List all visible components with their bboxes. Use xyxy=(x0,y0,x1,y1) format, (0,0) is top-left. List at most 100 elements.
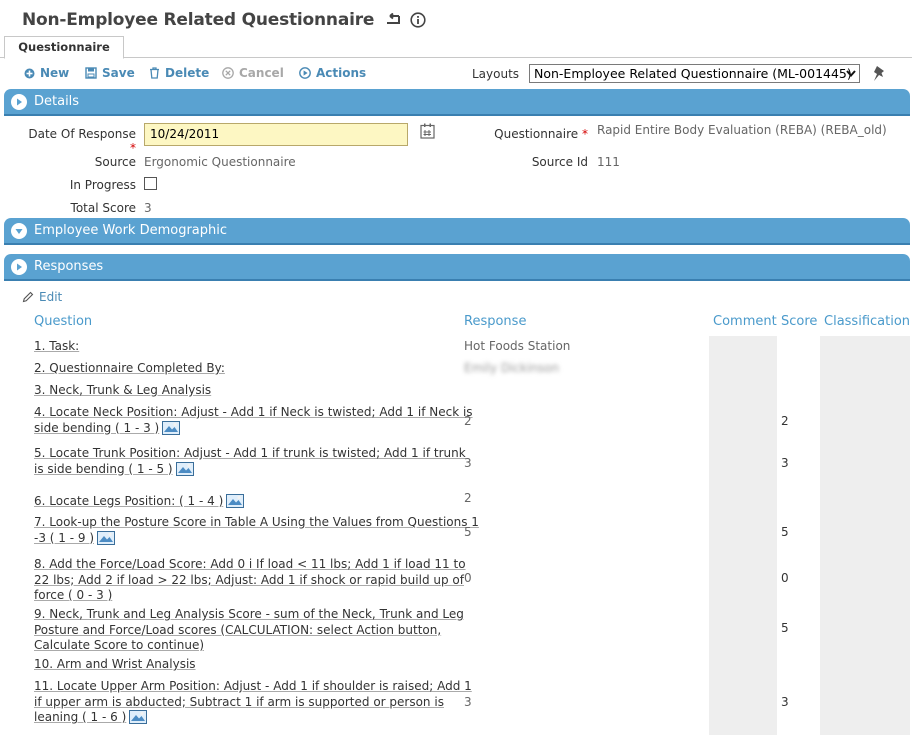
comment-column-shade xyxy=(709,336,777,735)
questionnaire-value: Rapid Entire Body Evaluation (REBA) (REB… xyxy=(597,123,887,137)
demographic-section-header[interactable]: Employee Work Demographic xyxy=(4,218,910,245)
image-icon[interactable] xyxy=(175,461,194,481)
question-text[interactable]: 8. Add the Force/Load Score: Add 0 i If … xyxy=(34,557,466,604)
page-title: Non-Employee Related Questionnaire xyxy=(22,10,375,30)
expand-icon xyxy=(11,93,27,110)
delete-button[interactable]: Delete xyxy=(149,66,209,80)
question-line: 11. Locate Upper Arm Position: Adjust - … xyxy=(34,679,472,693)
image-icon[interactable] xyxy=(162,420,181,440)
date-of-response-input[interactable]: 10/24/2011 xyxy=(144,123,408,146)
question-text[interactable]: 3. Neck, Trunk & Leg Analysis xyxy=(34,383,211,399)
question-line: -3 ( 1 - 9 ) xyxy=(34,530,94,545)
question-line: 7. Look-up the Posture Score in Table A … xyxy=(34,515,479,529)
score-value: 3 xyxy=(781,456,789,470)
question-line: 3. Neck, Trunk & Leg Analysis xyxy=(34,383,212,397)
question-line: 10. Arm and Wrist Analysis xyxy=(34,657,196,671)
info-icon[interactable] xyxy=(410,12,426,28)
trash-icon xyxy=(150,67,159,79)
pin-icon[interactable] xyxy=(872,65,888,83)
score-value: 5 xyxy=(781,621,789,635)
demographic-section-title: Employee Work Demographic xyxy=(34,223,228,238)
layouts-select[interactable]: Non-Employee Related Questionnaire (ML-0… xyxy=(529,64,860,83)
question-line: 22 lbs; Add 2 if load > 22 lbs; Adjust: … xyxy=(34,572,464,587)
response-value: Hot Foods Station xyxy=(464,339,571,353)
actions-button[interactable]: Actions xyxy=(299,66,366,80)
question-line: Posture and Force/Load scores (CALCULATI… xyxy=(34,622,442,637)
question-text[interactable]: 1. Task: xyxy=(34,339,79,355)
response-value: 0 xyxy=(464,571,472,585)
question-line: is side bending ( 1 - 5 ) xyxy=(34,461,173,476)
image-icon[interactable] xyxy=(129,710,148,729)
responses-section-title: Responses xyxy=(34,259,104,274)
question-text[interactable]: 6. Locate Legs Position: ( 1 - 4 ) xyxy=(34,494,245,513)
in-progress-label: In Progress xyxy=(69,178,136,192)
questionnaire-label: Questionnaire * xyxy=(494,127,588,141)
source-id-value: 111 xyxy=(597,155,620,169)
save-button[interactable]: Save xyxy=(85,66,135,80)
question-line: 4. Locate Neck Position: Adjust - Add 1 … xyxy=(34,405,473,419)
in-progress-checkbox[interactable] xyxy=(144,177,157,190)
question-text[interactable]: 4. Locate Neck Position: Adjust - Add 1 … xyxy=(34,405,473,439)
details-section-title: Details xyxy=(34,94,80,109)
pencil-icon xyxy=(22,291,34,303)
response-value: 3 xyxy=(464,695,472,709)
classification-column-shade xyxy=(820,336,910,735)
edit-link[interactable]: Edit xyxy=(22,290,62,304)
layouts-label: Layouts xyxy=(472,67,520,81)
date-of-response-label: Date Of Response * xyxy=(28,127,136,155)
responses-section-header[interactable]: Responses xyxy=(4,254,910,281)
column-header-comment[interactable]: Comment xyxy=(713,314,777,329)
new-label: New xyxy=(40,66,70,80)
layouts-selected-value: Non-Employee Related Questionnaire (ML-0… xyxy=(534,66,852,81)
column-header-score[interactable]: Score xyxy=(781,314,817,329)
response-value: Emily Dickinson xyxy=(464,361,560,375)
score-value: 0 xyxy=(781,571,789,585)
expand-icon xyxy=(11,258,27,275)
back-arrow-icon[interactable] xyxy=(384,13,402,27)
question-line: 8. Add the Force/Load Score: Add 0 i If … xyxy=(34,557,466,571)
question-text[interactable]: 9. Neck, Trunk and Leg Analysis Score - … xyxy=(34,607,464,654)
source-label: Source xyxy=(94,155,136,169)
score-value: 3 xyxy=(781,695,789,709)
question-line: 1. Task: xyxy=(34,339,80,353)
column-header-response[interactable]: Response xyxy=(464,314,526,329)
details-section-header[interactable]: Details xyxy=(4,89,910,116)
cancel-icon xyxy=(222,67,234,79)
calendar-icon[interactable] xyxy=(420,123,435,139)
question-line: leaning ( 1 - 6 ) xyxy=(34,710,127,724)
question-line: Calculate Score to continue) xyxy=(34,638,205,652)
question-line: side bending ( 1 - 3 ) xyxy=(34,420,160,435)
cancel-label: Cancel xyxy=(239,66,284,80)
score-value: 2 xyxy=(781,414,789,428)
question-line: 5. Locate Trunk Position: Adjust - Add 1… xyxy=(34,446,466,460)
question-line: if upper arm is abducted; Subtract 1 if … xyxy=(34,694,444,709)
delete-label: Delete xyxy=(165,66,210,80)
title-row: Non-Employee Related Questionnaire xyxy=(22,9,426,31)
question-line: force ( 0 - 3 ) xyxy=(34,588,113,602)
question-text[interactable]: 7. Look-up the Posture Score in Table A … xyxy=(34,515,479,549)
column-header-classification[interactable]: Classification xyxy=(824,314,910,329)
tab-questionnaire[interactable]: Questionnaire xyxy=(4,36,124,59)
save-icon xyxy=(85,67,97,79)
question-text[interactable]: 5. Locate Trunk Position: Adjust - Add 1… xyxy=(34,446,466,480)
response-value: 2 xyxy=(464,414,472,428)
tab-strip: Questionnaire xyxy=(0,36,912,59)
image-icon[interactable] xyxy=(226,494,245,513)
total-score-label: Total Score xyxy=(70,201,136,215)
plus-icon xyxy=(24,68,35,78)
question-text[interactable]: 11. Locate Upper Arm Position: Adjust - … xyxy=(34,679,472,729)
save-label: Save xyxy=(102,66,135,80)
source-id-label: Source Id xyxy=(531,155,588,169)
question-text[interactable]: 10. Arm and Wrist Analysis xyxy=(34,657,196,673)
question-line: 2. Questionnaire Completed By: xyxy=(34,361,225,375)
question-text[interactable]: 2. Questionnaire Completed By: xyxy=(34,361,225,377)
new-button[interactable]: New xyxy=(24,66,69,80)
total-score-value: 3 xyxy=(144,201,152,215)
cancel-button[interactable]: Cancel xyxy=(222,66,284,80)
source-value: Ergonomic Questionnaire xyxy=(144,155,296,169)
image-icon[interactable] xyxy=(97,530,115,550)
play-icon xyxy=(299,67,311,79)
response-value: 5 xyxy=(464,525,472,539)
column-header-question[interactable]: Question xyxy=(34,314,92,329)
response-value: 2 xyxy=(464,491,472,505)
